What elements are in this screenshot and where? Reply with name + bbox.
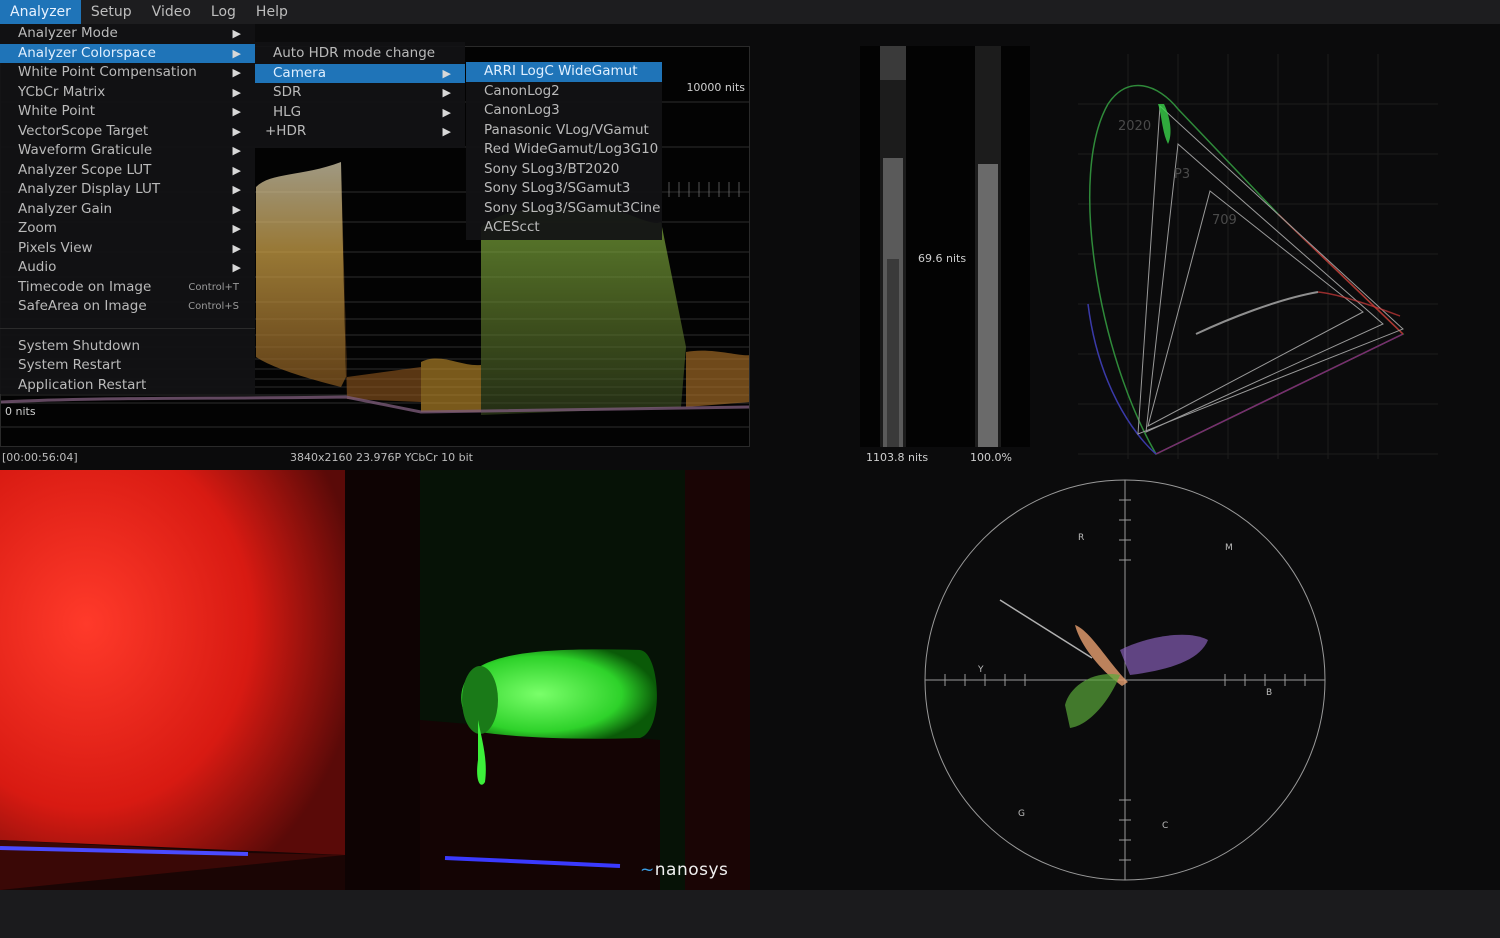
submenu-arrow-icon: ▶	[232, 222, 241, 235]
submenu-arrow-icon: ▶	[232, 202, 241, 216]
menu-item-system-restart[interactable]: System Restart	[0, 356, 255, 376]
menu-bar: Analyzer Setup Video Log Help	[0, 0, 1500, 24]
vectorscope-target-b: B	[1266, 688, 1272, 698]
vectorscope-target-y: Y	[977, 665, 984, 675]
menu-item-zoom[interactable]: Zoom ▶	[0, 219, 255, 239]
menu-item-sony-slog3-bt2020[interactable]: Sony SLog3/BT2020	[466, 160, 662, 180]
menu-log[interactable]: Log	[201, 0, 246, 24]
cie-label-2020: 2020	[1118, 119, 1151, 134]
menu-item-analyzer-colorspace[interactable]: Analyzer Colorspace ▶	[0, 43, 255, 63]
menu-separator	[0, 317, 255, 329]
cie-label-p3: P3	[1174, 167, 1190, 182]
submenu-arrow-icon: ▶	[232, 85, 241, 99]
left-meter	[880, 46, 906, 447]
vectorscope-target-r: R	[1078, 533, 1084, 543]
menu-item-auto-hdr-mode-change[interactable]: Auto HDR mode change	[255, 44, 465, 64]
submenu-arrow-icon: ▶	[232, 144, 241, 157]
menu-video[interactable]: Video	[142, 0, 201, 24]
vectorscope-target-c: C	[1162, 821, 1168, 831]
menu-help[interactable]: Help	[246, 0, 298, 24]
menu-item-analyzer-gain[interactable]: Analyzer Gain ▶	[0, 200, 255, 220]
menu-item-acescct[interactable]: ACEScct	[466, 218, 662, 238]
cie-diagram: 2020 P3 709	[1078, 54, 1438, 459]
menu-item-arri-logc-widegamut[interactable]: ARRI LogC WideGamut	[466, 62, 662, 82]
menu-item-pixels-view[interactable]: Pixels View ▶	[0, 239, 255, 259]
menu-item-white-point[interactable]: White Point ▶	[0, 102, 255, 122]
meter-mid-label: 69.6 nits	[918, 252, 967, 265]
menu-item-analyzer-scope-lut[interactable]: Analyzer Scope LUT ▶	[0, 161, 255, 181]
shortcut-hint: Control+S	[188, 301, 239, 312]
submenu-arrow-icon: ▶	[232, 105, 241, 118]
video-preview: ~nanosys	[0, 470, 750, 890]
cie-label-709: 709	[1212, 213, 1237, 228]
timecode-readout: [00:00:56:04]	[2, 451, 78, 464]
menu-item-analyzer-display-lut[interactable]: Analyzer Display LUT ▶	[0, 180, 255, 200]
submenu-arrow-icon: ▶	[232, 261, 241, 274]
meters-panel: 69.6 nits	[860, 46, 1030, 447]
shortcut-hint: Control+T	[188, 281, 239, 293]
menu-item-waveform-graticule[interactable]: Waveform Graticule ▶	[0, 141, 255, 161]
menu-item-camera[interactable]: Camera ▶	[255, 63, 465, 83]
menu-item-system-shutdown[interactable]: System Shutdown	[0, 337, 255, 357]
menu-item-safearea-on-image[interactable]: SafeArea on Image Control+S	[0, 297, 255, 317]
right-meter	[975, 46, 1001, 447]
right-meter-value: 100.0%	[970, 451, 1012, 464]
vectorscope-target-g: G	[1018, 809, 1025, 819]
left-meter-value: 1103.8 nits	[866, 451, 929, 464]
menu-item-red-widegamut[interactable]: Red WideGamut/Log3G10	[466, 140, 662, 160]
submenu-arrow-icon: ▶	[232, 241, 241, 255]
submenu-arrow-icon: ▶	[442, 105, 451, 119]
waveform-top-label: 10000 nits	[686, 81, 745, 94]
menu-item-canonlog3[interactable]: CanonLog3	[466, 101, 662, 121]
submenu-arrow-icon: ▶	[442, 86, 451, 99]
vectorscope-panel: R M Y B G C	[880, 470, 1380, 890]
submenu-arrow-icon: ▶	[232, 27, 241, 40]
vectorscope-target-m: M	[1225, 543, 1233, 553]
menu-analyzer[interactable]: Analyzer	[0, 0, 81, 24]
camera-submenu: ARRI LogC WideGamut CanonLog2 CanonLog3 …	[466, 62, 662, 240]
menu-item-white-point-compensation[interactable]: White Point Compensation ▶	[0, 63, 255, 83]
nanosys-wave-icon: ~	[640, 860, 655, 880]
analyzer-menu: Analyzer Mode ▶ Analyzer Colorspace ▶ Whit…	[0, 24, 255, 394]
menu-item-sony-slog3-sgamut3[interactable]: Sony SLog3/SGamut3	[466, 179, 662, 199]
left-meter-fill	[887, 259, 899, 447]
colorspace-submenu: Auto HDR mode change Camera ▶ SDR ▶ HLG ▶ +…	[255, 42, 465, 148]
submenu-arrow-icon: ▶	[442, 66, 451, 80]
submenu-arrow-icon: ▶	[232, 163, 241, 177]
video-frame	[0, 470, 750, 890]
menu-item-panasonic-vlog[interactable]: Panasonic VLog/VGamut	[466, 121, 662, 141]
menu-item-application-restart[interactable]: Application Restart	[0, 376, 255, 396]
nanosys-logo: ~nanosys	[640, 860, 729, 880]
menu-item-sony-slog3-sgamut3cine[interactable]: Sony SLog3/SGamut3Cine	[466, 199, 662, 219]
menu-item-hlg[interactable]: HLG ▶	[255, 103, 465, 123]
menu-item-audio[interactable]: Audio ▶	[0, 258, 255, 278]
menu-item-plus-hdr[interactable]: +HDR ▶	[255, 122, 465, 142]
menu-item-canonlog2[interactable]: CanonLog2	[466, 82, 662, 102]
menu-item-timecode-on-image[interactable]: Timecode on Image Control+T	[0, 278, 255, 298]
menu-setup[interactable]: Setup	[81, 0, 142, 24]
submenu-arrow-icon: ▶	[232, 183, 241, 196]
waveform-bottom-label: 0 nits	[5, 405, 36, 418]
vectorscope: R M Y B G C	[924, 479, 1326, 881]
menu-item-ycbcr-matrix[interactable]: YCbCr Matrix ▶	[0, 83, 255, 103]
submenu-arrow-icon: ▶	[232, 124, 241, 138]
submenu-arrow-icon: ▶	[232, 46, 241, 60]
menu-item-vectorscope-target[interactable]: VectorScope Target ▶	[0, 122, 255, 142]
cie-diagram-panel: 2020 P3 709	[1078, 54, 1438, 459]
submenu-arrow-icon: ▶	[232, 66, 241, 79]
menu-item-sdr[interactable]: SDR ▶	[255, 83, 465, 103]
submenu-arrow-icon: ▶	[442, 125, 451, 138]
format-readout: 3840x2160 23.976P YCbCr 10 bit	[290, 451, 473, 464]
bottom-bar	[0, 890, 1500, 938]
menu-item-analyzer-mode[interactable]: Analyzer Mode ▶	[0, 24, 255, 44]
